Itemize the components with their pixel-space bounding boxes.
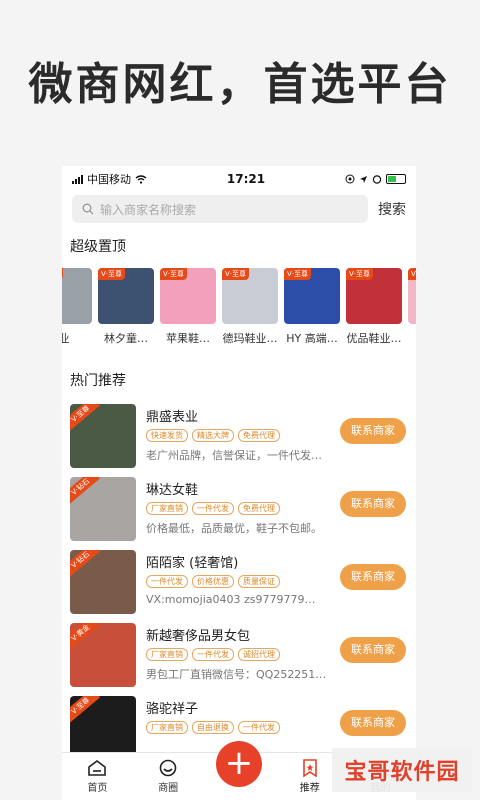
vip-badge: V·至尊	[70, 696, 101, 724]
top-merchant-item[interactable]: V·至尊广州	[408, 268, 416, 346]
top-merchant-thumbnail: V·至尊	[408, 268, 416, 324]
section-title-hot: 热门推荐	[70, 373, 126, 389]
shop-thumbnail: V·黄金	[70, 623, 136, 687]
vip-badge: V·至尊	[284, 268, 312, 280]
signal-icon	[72, 174, 83, 184]
top-merchant-name: HY 高端…	[286, 332, 338, 345]
shop-description: 老广州品牌，信誉保证，一件代发…	[146, 449, 322, 462]
contact-merchant-button[interactable]: 联系商家	[340, 491, 406, 517]
top-merchant-thumbnail: V·至尊	[160, 268, 216, 324]
circle-smile-icon	[159, 759, 177, 777]
shop-tag: 厂家直销	[146, 721, 188, 734]
shop-tag: 一件代发	[238, 721, 280, 734]
top-merchant-name: 苹果鞋…	[166, 332, 210, 345]
shop-tag: 价格优惠	[192, 575, 234, 588]
top-merchant-thumbnail: V·至尊	[284, 268, 340, 324]
top-merchant-name: 德玛鞋业…	[222, 332, 278, 345]
shop-tag: 快速发货	[146, 429, 188, 442]
bookmark-star-icon	[302, 759, 317, 777]
phone-screen: 中国移动 17:21 输入商家名称搜索 搜索 超级置顶 V·至尊业V·至尊林夕童…	[62, 166, 416, 800]
top-merchant-thumbnail: V·至尊	[62, 268, 92, 324]
section-title-top: 超级置顶	[70, 239, 126, 255]
headline: 微商网红，首选平台	[28, 59, 452, 110]
shop-tag: 免费代理	[238, 502, 280, 515]
home-icon	[88, 760, 107, 776]
lock-rotation-icon	[345, 174, 355, 184]
shop-tag: 厂家直销	[146, 648, 188, 661]
shop-description: 男包工厂直销微信号：QQ252251…	[146, 668, 327, 681]
vip-badge: V·至尊	[160, 268, 188, 280]
top-merchant-thumbnail: V·至尊	[346, 268, 402, 324]
shop-thumbnail: V·钻石	[70, 550, 136, 614]
plus-icon[interactable]: +	[215, 741, 262, 787]
shop-tag: 诚招代理	[238, 648, 280, 661]
shop-tag: 一件代发	[192, 502, 234, 515]
shop-tag: 一件代发	[192, 648, 234, 661]
top-merchant-item[interactable]: V·至尊 HY 高端…	[284, 268, 340, 346]
contact-merchant-button[interactable]: 联系商家	[340, 710, 406, 736]
vip-badge: V·钻石	[70, 477, 101, 505]
battery-icon	[385, 174, 406, 184]
top-merchant-item[interactable]: V·至尊林夕童…	[98, 268, 154, 346]
shop-tag: 厂家直销	[146, 502, 188, 515]
shop-row[interactable]: V·黄金 新越奢侈品男女包 厂家直销 一件代发 诚招代理 男包工厂直销微信号：QQ2522…	[62, 617, 416, 690]
top-merchant-item[interactable]: V·至尊德玛鞋业…	[222, 268, 278, 346]
top-merchant-name: 广州	[408, 330, 416, 346]
status-bar: 中国移动 17:21	[62, 166, 416, 192]
vip-badge: V·至尊	[222, 268, 250, 280]
contact-merchant-button[interactable]: 联系商家	[340, 637, 406, 663]
top-merchant-item[interactable]: V·至尊苹果鞋…	[160, 268, 216, 346]
top-merchant-name: 优品鞋业…	[346, 332, 402, 345]
carrier-label: 中国移动	[87, 173, 131, 186]
shop-tag: 一件代发	[146, 575, 188, 588]
watermark-logo: 宝哥软件园	[332, 748, 472, 792]
vip-badge: V·黄金	[70, 623, 101, 651]
tab-home[interactable]: 首页	[62, 753, 133, 800]
vip-badge: V·至尊	[62, 268, 64, 280]
vip-badge: V·至尊	[98, 268, 126, 280]
clock: 17:21	[226, 172, 266, 186]
top-merchant-item[interactable]: V·至尊优品鞋业…	[346, 268, 402, 346]
top-merchant-strip[interactable]: V·至尊业V·至尊林夕童…V·至尊苹果鞋…V·至尊德玛鞋业…V·至尊HY 高端……	[62, 268, 416, 346]
contact-merchant-button[interactable]: 联系商家	[340, 564, 406, 590]
vip-badge: V·至尊	[408, 268, 416, 280]
search-placeholder: 输入商家名称搜索	[100, 202, 197, 217]
top-merchant-thumbnail: V·至尊	[98, 268, 154, 324]
shop-tag: 免费代理	[238, 429, 280, 442]
vip-badge: V·至尊	[346, 268, 374, 280]
contact-merchant-button[interactable]: 联系商家	[340, 418, 406, 444]
search-input[interactable]: 输入商家名称搜索	[72, 195, 368, 223]
shop-tag: 质量保证	[238, 575, 280, 588]
watermark-text: 宝哥软件园	[344, 760, 460, 785]
shop-row[interactable]: V·钻石 琳达女鞋 厂家直销 一件代发 免费代理 价格最低，品质最优，鞋子不包邮。 联系商家	[62, 471, 416, 544]
alarm-icon	[372, 175, 382, 184]
search-icon	[82, 203, 94, 215]
shop-row[interactable]: V·至尊 鼎盛表业 快速发货 精选大牌 免费代理 老广州品牌，信誉保证，一件代发… 联系商家	[62, 398, 416, 471]
tab-circle-label: 商圈	[158, 783, 179, 794]
shop-description: VX:momojia0403 zs9779779…	[146, 593, 316, 606]
shop-description: 价格最低，品质最优，鞋子不包邮。	[146, 522, 322, 535]
location-icon	[359, 175, 367, 183]
shop-tag: 精选大牌	[192, 429, 234, 442]
vip-badge: V·钻石	[70, 550, 101, 578]
top-merchant-name: 林夕童…	[104, 332, 148, 345]
vip-badge: V·至尊	[70, 404, 101, 432]
shop-row[interactable]: V·钻石 陌陌家 (轻奢馆) 一件代发 价格优惠 质量保证 VX:momojia0403 …	[62, 544, 416, 617]
shop-thumbnail: V·至尊	[70, 404, 136, 468]
shop-thumbnail: V·至尊	[70, 696, 136, 760]
tab-home-label: 首页	[87, 783, 108, 794]
shop-tag: 自由退换	[192, 721, 234, 734]
top-merchant-thumbnail: V·至尊	[222, 268, 278, 324]
tab-publish[interactable]: +	[204, 741, 275, 800]
wifi-icon	[135, 174, 147, 184]
shop-thumbnail: V·钻石	[70, 477, 136, 541]
top-merchant-name: 业	[62, 332, 70, 345]
search-button[interactable]: 搜索	[378, 199, 406, 219]
tab-circle[interactable]: 商圈	[133, 753, 204, 800]
tab-recommend-label: 推荐	[299, 783, 320, 794]
top-merchant-item[interactable]: V·至尊业	[62, 268, 92, 346]
shop-list: V·至尊 鼎盛表业 快速发货 精选大牌 免费代理 老广州品牌，信誉保证，一件代发… 联系商家…	[62, 398, 416, 763]
